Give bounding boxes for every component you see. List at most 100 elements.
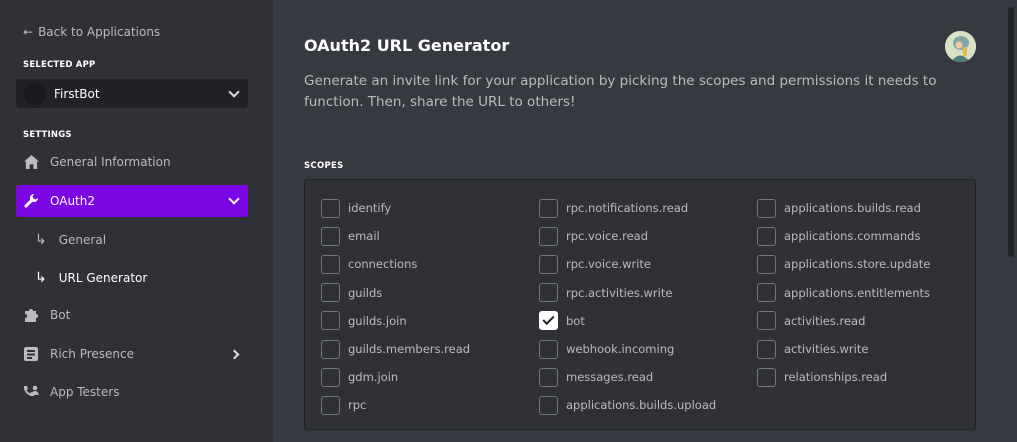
- scope-label: email: [348, 229, 380, 244]
- chevron-down-icon: [228, 193, 240, 205]
- scope-checkbox-rpc-voice-read[interactable]: rpc.voice.read: [539, 222, 716, 250]
- back-to-applications-link[interactable]: ← Back to Applications: [23, 25, 160, 39]
- scope-checkbox-gdm-join[interactable]: gdm.join: [321, 363, 470, 391]
- checkbox[interactable]: [757, 339, 776, 359]
- scope-label: guilds.join: [348, 313, 407, 328]
- checkbox[interactable]: [321, 339, 340, 359]
- checkbox[interactable]: [539, 226, 558, 246]
- scope-label: activities.write: [784, 342, 869, 357]
- sidebar-item-rich-presence[interactable]: Rich Presence: [16, 338, 248, 370]
- scope-label: rpc.voice.write: [566, 257, 652, 272]
- sub-item-arrow-icon: ↳: [35, 232, 47, 248]
- scope-checkbox-applications-entitlements[interactable]: applications.entitlements: [757, 279, 930, 307]
- scope-checkbox-guilds-members-read[interactable]: guilds.members.read: [321, 335, 470, 363]
- app-selector[interactable]: FirstBot: [16, 79, 248, 108]
- scope-checkbox-activities-write[interactable]: activities.write: [757, 335, 930, 363]
- checkbox[interactable]: [757, 367, 776, 387]
- scrollbar[interactable]: [1008, 7, 1014, 257]
- scope-checkbox-rpc-notifications-read[interactable]: rpc.notifications.read: [539, 194, 716, 222]
- sidebar-item-bot[interactable]: Bot: [16, 299, 248, 331]
- scope-label: rpc.activities.write: [566, 285, 673, 300]
- home-icon: [23, 154, 39, 170]
- scope-checkbox-guilds-join[interactable]: guilds.join: [321, 307, 470, 335]
- scope-checkbox-email[interactable]: email: [321, 222, 470, 250]
- checkmark-icon: [542, 313, 555, 326]
- wrench-icon: [23, 193, 39, 209]
- scope-label: guilds.members.read: [348, 342, 471, 357]
- scope-label: applications.store.update: [784, 257, 931, 272]
- sidebar-item-app-testers[interactable]: App Testers: [16, 376, 248, 408]
- scope-label: rpc.voice.read: [566, 229, 648, 244]
- checkbox[interactable]: [321, 198, 340, 218]
- scope-label: applications.entitlements: [784, 285, 930, 300]
- chevron-down-icon: [228, 85, 240, 98]
- sidebar-item-url-generator[interactable]: ↳ URL Generator: [28, 262, 248, 294]
- checkbox[interactable]: [757, 311, 776, 331]
- checkbox[interactable]: [757, 198, 776, 218]
- scope-checkbox-rpc-activities-write[interactable]: rpc.activities.write: [539, 279, 716, 307]
- sidebar-item-label: URL Generator: [58, 271, 148, 285]
- checkbox[interactable]: [321, 311, 340, 331]
- scope-label: applications.commands: [784, 229, 921, 244]
- sidebar-item-label: OAuth2: [50, 194, 95, 208]
- scopes-column-1: identify email connections guilds guilds.joi…: [321, 194, 470, 420]
- checkbox[interactable]: [757, 283, 776, 303]
- checkbox[interactable]: [321, 283, 340, 303]
- app-avatar: [24, 82, 46, 105]
- scope-checkbox-identify[interactable]: identify: [321, 194, 470, 222]
- sub-item-arrow-icon: ↳: [35, 270, 47, 286]
- scope-checkbox-applications-store-update[interactable]: applications.store.update: [757, 250, 930, 278]
- scope-checkbox-messages-read[interactable]: messages.read: [539, 363, 716, 391]
- checkbox[interactable]: [539, 367, 558, 387]
- scope-checkbox-rpc-voice-write[interactable]: rpc.voice.write: [539, 250, 716, 278]
- sidebar-item-label: Bot: [50, 308, 71, 322]
- scope-checkbox-applications-builds-upload[interactable]: applications.builds.upload: [539, 391, 716, 419]
- sidebar-item-oauth2[interactable]: OAuth2: [16, 185, 248, 217]
- scope-checkbox-applications-commands[interactable]: applications.commands: [757, 222, 930, 250]
- scope-label: connections: [348, 257, 418, 272]
- scope-label: webhook.incoming: [566, 342, 675, 357]
- checkbox[interactable]: [757, 254, 776, 274]
- selected-app-label: SELECTED APP: [23, 60, 96, 70]
- checkbox[interactable]: [539, 198, 558, 218]
- scope-checkbox-connections[interactable]: connections: [321, 250, 470, 278]
- checkbox[interactable]: [539, 254, 558, 274]
- sidebar-item-general-information[interactable]: General Information: [16, 146, 248, 178]
- settings-label: SETTINGS: [23, 130, 72, 140]
- scope-label: messages.read: [566, 370, 654, 385]
- sidebar-item-label: App Testers: [50, 385, 120, 399]
- checkbox[interactable]: [321, 367, 340, 387]
- scopes-column-2: rpc.notifications.read rpc.voice.read rpc.…: [539, 194, 716, 420]
- checkbox[interactable]: [757, 226, 776, 246]
- checkbox[interactable]: [539, 339, 558, 359]
- scope-checkbox-relationships-read[interactable]: relationships.read: [757, 363, 930, 391]
- checkbox[interactable]: [321, 254, 340, 274]
- checkbox[interactable]: [321, 395, 340, 415]
- puzzle-icon: [23, 307, 39, 323]
- checkbox[interactable]: [539, 311, 558, 331]
- scope-checkbox-applications-builds-read[interactable]: applications.builds.read: [757, 194, 930, 222]
- sidebar: ← Back to Applications SELECTED APP Firs…: [0, 0, 273, 442]
- main-content: OAuth2 URL Generator Generate an invite …: [273, 0, 1017, 442]
- scope-label: relationships.read: [784, 370, 888, 385]
- scope-label: rpc: [348, 398, 367, 413]
- scope-checkbox-rpc[interactable]: rpc: [321, 391, 470, 419]
- scope-checkbox-bot[interactable]: bot: [539, 307, 716, 335]
- app-name: FirstBot: [54, 86, 100, 101]
- scope-label: applications.builds.read: [784, 201, 921, 216]
- avatar[interactable]: [945, 31, 976, 62]
- checkbox[interactable]: [321, 226, 340, 246]
- scope-checkbox-guilds[interactable]: guilds: [321, 279, 470, 307]
- sidebar-item-oauth2-general[interactable]: ↳ General: [28, 224, 248, 256]
- scope-checkbox-webhook-incoming[interactable]: webhook.incoming: [539, 335, 716, 363]
- sidebar-item-label: General Information: [50, 155, 171, 169]
- scopes-label: SCOPES: [304, 161, 344, 171]
- scope-checkbox-activities-read[interactable]: activities.read: [757, 307, 930, 335]
- scopes-panel: identify email connections guilds guilds.joi…: [304, 179, 976, 430]
- checkbox[interactable]: [539, 283, 558, 303]
- arrow-left-icon: ←: [23, 25, 34, 39]
- scopes-column-3: applications.builds.read applications.com…: [757, 194, 930, 391]
- user-phone-icon: [23, 384, 39, 400]
- scope-label: identify: [348, 201, 392, 216]
- checkbox[interactable]: [539, 395, 558, 415]
